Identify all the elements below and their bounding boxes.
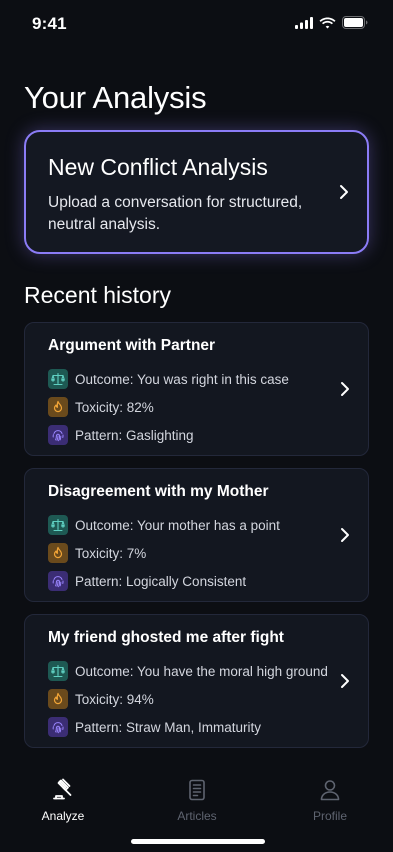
person-icon [320, 780, 340, 801]
history-card[interactable]: Disagreement with my Mother Outcome: You… [24, 468, 369, 602]
scales-icon [48, 515, 68, 535]
history-card[interactable]: Argument with Partner Outcome: You was r… [24, 322, 369, 456]
toxicity-text: Toxicity: 7% [75, 545, 147, 561]
pattern-row: Pattern: Gaslighting [48, 425, 194, 445]
chevron-right-icon [340, 185, 348, 199]
cellular-signal-icon [295, 16, 313, 29]
tab-articles[interactable]: Articles [152, 777, 242, 823]
history-title: My friend ghosted me after fight [48, 629, 284, 646]
fingerprint-icon [48, 425, 68, 445]
pattern-text: Pattern: Logically Consistent [75, 573, 247, 589]
pattern-row: Pattern: Logically Consistent [48, 571, 246, 591]
history-title: Disagreement with my Mother [48, 483, 269, 500]
tab-label: Articles [177, 809, 217, 823]
pattern-row: Pattern: Straw Man, Immaturity [48, 717, 261, 737]
tab-analyze[interactable]: Analyze [18, 777, 108, 823]
outcome-row: Outcome: You was right in this case [48, 369, 289, 389]
flame-icon [48, 543, 68, 563]
chevron-right-icon [341, 382, 349, 396]
scales-icon [48, 661, 68, 681]
status-time: 9:41 [32, 14, 67, 33]
document-icon [189, 779, 205, 801]
outcome-text: Outcome: You was right in this case [75, 371, 289, 387]
recent-history-heading: Recent history [24, 282, 172, 308]
status-bar: 9:41 [0, 0, 393, 48]
chevron-right-icon [341, 528, 349, 542]
new-conflict-analysis-card[interactable]: New Conflict Analysis Upload a conversat… [24, 130, 369, 254]
toxicity-text: Toxicity: 94% [75, 691, 154, 707]
toxicity-row: Toxicity: 7% [48, 543, 146, 563]
outcome-row: Outcome: Your mother has a point [48, 515, 280, 535]
scales-icon [48, 369, 68, 389]
flame-icon [48, 397, 68, 417]
new-analysis-description: Upload a conversation for structured, ne… [48, 194, 303, 233]
fingerprint-icon [48, 571, 68, 591]
status-icons [295, 16, 369, 29]
history-title: Argument with Partner [48, 337, 216, 354]
fingerprint-icon [48, 717, 68, 737]
new-analysis-title: New Conflict Analysis [48, 154, 268, 180]
gavel-icon [53, 778, 72, 800]
tab-label: Analyze [41, 809, 85, 823]
home-indicator[interactable] [131, 839, 265, 844]
tab-bar: Analyze Articles Profile [0, 765, 393, 852]
tab-profile[interactable]: Profile [285, 777, 375, 823]
tab-label: Profile [312, 809, 347, 823]
analysis-screen: 9:41 Your Analysis New Conflict Analysis [0, 0, 393, 852]
outcome-row: Outcome: You have the moral high ground [48, 661, 328, 681]
history-card[interactable]: My friend ghosted me after fight Outcome… [24, 614, 369, 748]
outcome-text: Outcome: You have the moral high ground [75, 663, 328, 679]
toxicity-text: Toxicity: 82% [75, 399, 154, 415]
toxicity-row: Toxicity: 82% [48, 397, 154, 417]
battery-icon [342, 16, 368, 29]
pattern-text: Pattern: Gaslighting [75, 427, 194, 443]
toxicity-row: Toxicity: 94% [48, 689, 154, 709]
outcome-text: Outcome: Your mother has a point [75, 517, 280, 533]
pattern-text: Pattern: Straw Man, Immaturity [75, 719, 262, 735]
chevron-right-icon [341, 674, 349, 688]
flame-icon [48, 689, 68, 709]
wifi-icon [319, 17, 336, 28]
page-title: Your Analysis [24, 80, 207, 115]
